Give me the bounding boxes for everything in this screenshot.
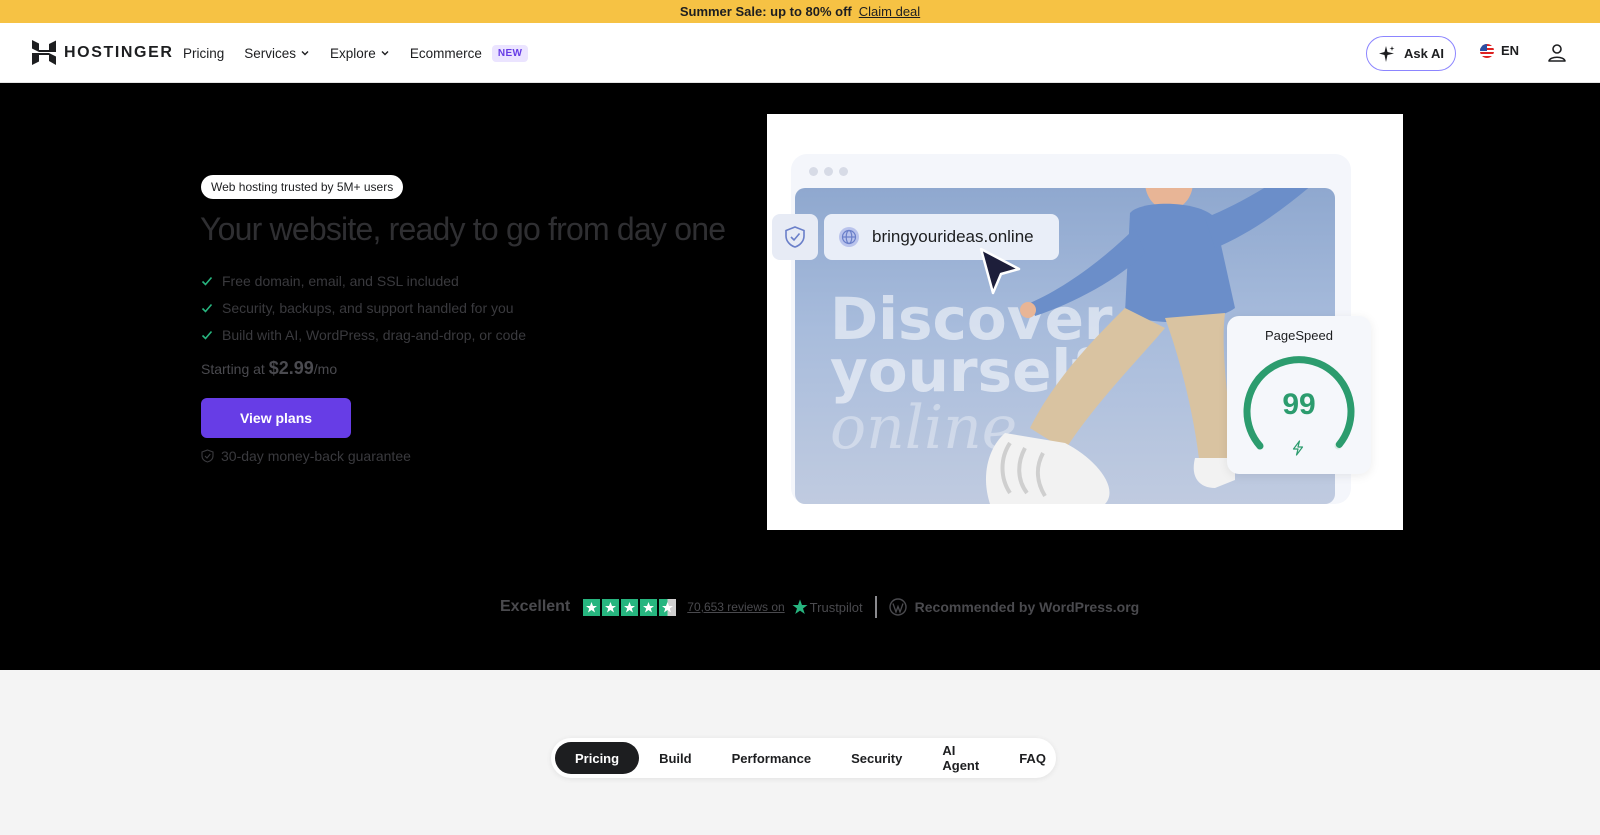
trust-pill: Web hosting trusted by 5M+ users	[201, 175, 404, 199]
nav-ecommerce[interactable]: Ecommerce NEW	[409, 44, 529, 62]
rating-word: Excellent	[500, 598, 571, 615]
ask-ai-label: Ask AI	[1404, 46, 1444, 61]
tab-performance[interactable]: Performance	[712, 742, 831, 774]
domain-text: bringyourideas.online	[872, 227, 1034, 246]
shield-check-icon	[201, 449, 214, 463]
star-icon	[602, 598, 620, 616]
divider	[874, 596, 877, 618]
nav-services[interactable]: Services	[244, 46, 310, 61]
hero-illustration: Discover yourself online bringyourideas.…	[767, 114, 1403, 530]
tab-faq[interactable]: FAQ	[999, 742, 1066, 774]
window-dots	[809, 167, 848, 176]
promo-text: Summer Sale: up to 80% off	[679, 4, 852, 19]
hero-title: Your website, ready to go from day one	[200, 211, 726, 247]
language-selector[interactable]: EN	[1480, 43, 1519, 58]
feature-text: Security, backups, and support handled f…	[222, 299, 514, 316]
trustpilot-logo[interactable]: Trustpilot	[792, 599, 863, 615]
nav-explore-label: Explore	[330, 45, 376, 61]
nav-services-label: Services	[244, 45, 297, 61]
check-icon	[201, 330, 213, 340]
main-nav: Pricing Services Explore Ecommerce NEW	[183, 23, 529, 83]
nav-explore[interactable]: Explore	[330, 46, 390, 61]
star-icon	[640, 598, 658, 616]
feature-item: Security, backups, and support handled f…	[201, 294, 526, 321]
wordpress-recommendation: Recommended by WordPress.org	[888, 598, 1140, 616]
brand-name: HOSTINGER	[64, 43, 174, 61]
language-label: EN	[1501, 43, 1520, 58]
check-icon	[201, 303, 213, 313]
price-suffix: /mo	[313, 361, 338, 377]
feature-item: Build with AI, WordPress, drag-and-drop,…	[201, 321, 526, 348]
ai-sparkle-icon	[1379, 45, 1395, 62]
domain-bar: bringyourideas.online	[824, 214, 1059, 260]
hostinger-logo[interactable]: HOSTINGER	[32, 40, 174, 65]
lightning-icon	[1292, 440, 1304, 456]
mouse-cursor-icon	[979, 247, 1021, 295]
wordpress-text: Recommended by WordPress.org	[914, 599, 1140, 615]
wordpress-icon	[888, 598, 907, 616]
price-prefix: Starting at	[201, 361, 265, 377]
trustpilot-stars	[583, 598, 677, 616]
user-account-icon[interactable]	[1546, 42, 1568, 64]
half-star-icon	[659, 598, 677, 616]
pagespeed-label: PageSpeed	[1265, 328, 1333, 343]
tab-security[interactable]: Security	[831, 742, 922, 774]
star-icon	[621, 598, 639, 616]
chevron-down-icon	[381, 51, 389, 56]
feature-text: Free domain, email, and SSL included	[222, 272, 459, 289]
trustpilot-label: Trustpilot	[809, 599, 863, 615]
section-tabs: Pricing Build Performance Security AI Ag…	[551, 738, 1056, 778]
site-header: HOSTINGER Pricing Services Explore Ecomm…	[0, 23, 1600, 83]
view-plans-button[interactable]: View plans	[201, 398, 351, 438]
hostinger-logo-icon	[32, 40, 56, 65]
security-tile	[772, 214, 818, 260]
pagespeed-score: 99	[1282, 388, 1316, 421]
price-value: $2.99	[268, 358, 314, 378]
hero-section: Web hosting trusted by 5M+ users Your we…	[0, 83, 1600, 670]
tab-pricing[interactable]: Pricing	[555, 742, 640, 774]
nav-pricing-label: Pricing	[183, 45, 225, 61]
feature-list: Free domain, email, and SSL included Sec…	[201, 267, 526, 348]
trust-row: Excellent 70,653 reviews on Trustpilot R…	[500, 596, 1139, 618]
us-flag-icon	[1480, 43, 1494, 58]
nav-pricing[interactable]: Pricing	[183, 46, 224, 61]
tab-build[interactable]: Build	[639, 742, 712, 774]
feature-item: Free domain, email, and SSL included	[201, 267, 526, 294]
feature-text: Build with AI, WordPress, drag-and-drop,…	[222, 326, 527, 343]
nav-ecommerce-label: Ecommerce	[409, 45, 482, 61]
star-icon	[583, 598, 601, 616]
new-badge: NEW	[491, 44, 529, 62]
starting-price: Starting at $2.99/mo	[201, 358, 337, 379]
guarantee-text: 30-day money-back guarantee	[221, 448, 411, 464]
claim-deal-link[interactable]: Claim deal	[859, 4, 920, 19]
shield-check-icon	[785, 226, 805, 248]
tab-ai-agent[interactable]: AI Agent	[922, 742, 999, 774]
reviews-link[interactable]: 70,653 reviews on	[687, 600, 784, 614]
ask-ai-button[interactable]: Ask AI	[1366, 36, 1456, 71]
trustpilot-star-icon	[792, 599, 808, 614]
money-back-guarantee: 30-day money-back guarantee	[201, 448, 411, 464]
pagespeed-card: PageSpeed 99	[1227, 316, 1371, 474]
globe-icon	[839, 227, 859, 247]
promo-bar: Summer Sale: up to 80% off Claim deal	[0, 0, 1600, 23]
check-icon	[201, 276, 213, 286]
chevron-down-icon	[301, 51, 309, 56]
